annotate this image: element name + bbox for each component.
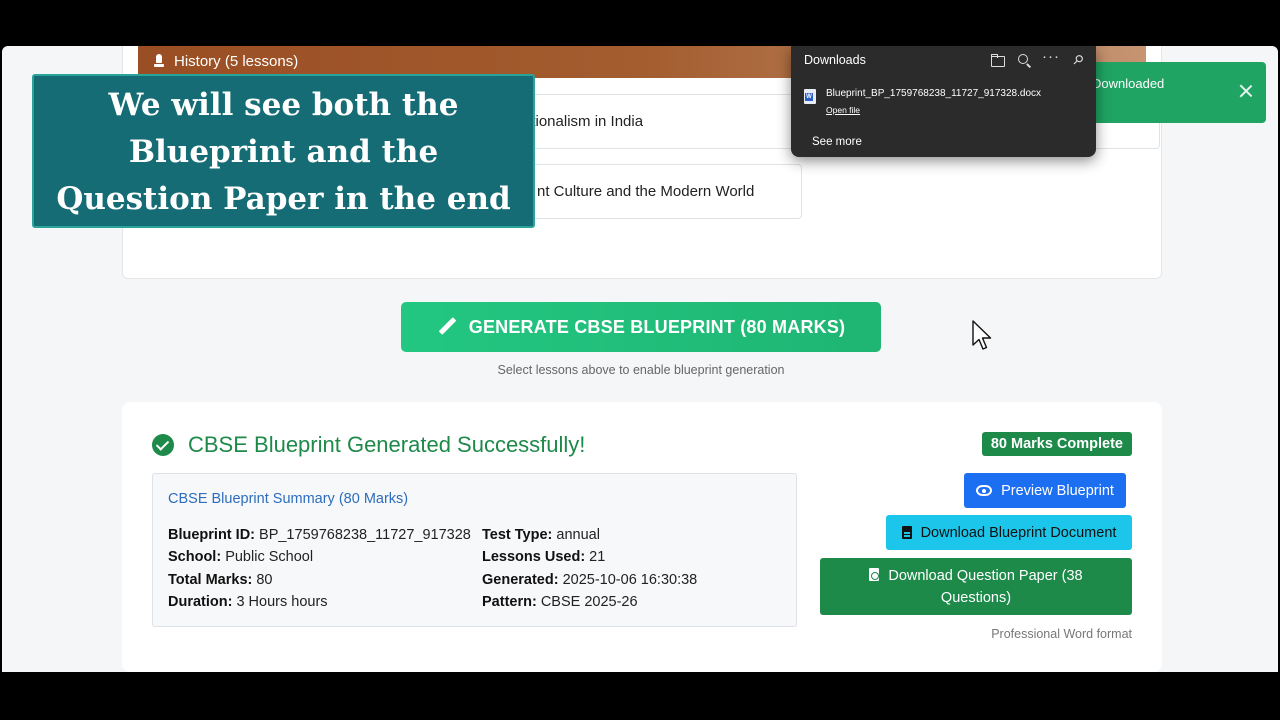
pdf-file-icon [869, 567, 880, 581]
download-blueprint-label: Download Blueprint Document [920, 524, 1117, 541]
summary-row-test-type: Test Type: annual [482, 527, 600, 543]
chess-pawn-icon [154, 54, 164, 68]
generate-hint: Select lessons above to enable blueprint… [497, 363, 785, 377]
summary-row-blueprint-id: Blueprint ID: BP_1759768238_11727_917328 [168, 527, 471, 543]
generate-button-label: GENERATE CBSE BLUEPRINT (80 MARKS) [468, 316, 846, 337]
video-caption-overlay: We will see both the Blueprint and the Q… [32, 74, 535, 228]
download-file-name: Blueprint_BP_1759768238_11727_917328.doc… [826, 88, 1042, 99]
history-category-label: History (5 lessons) [174, 52, 299, 70]
preview-blueprint-button[interactable]: Preview Blueprint [964, 473, 1126, 508]
mouse-cursor-icon [972, 320, 992, 350]
more-icon[interactable]: ··· [1041, 49, 1061, 70]
generate-blueprint-button[interactable]: GENERATE CBSE BLUEPRINT (80 MARKS) [401, 302, 881, 352]
lesson-label: nt Culture and the Modern World [537, 183, 755, 200]
file-icon [901, 526, 912, 539]
blueprint-summary: CBSE Blueprint Summary (80 Marks) Bluepr… [152, 473, 797, 627]
summary-right-column: Test Type: annual Lessons Used: 21 Gener… [482, 524, 697, 613]
downloads-title: Downloads [804, 53, 866, 67]
download-qp-label: Download Question Paper (38 Questions) [869, 565, 1083, 609]
see-more-link[interactable]: See more [812, 136, 862, 148]
blueprint-result-card: CBSE Blueprint Generated Successfully! 8… [122, 402, 1162, 672]
summary-heading: CBSE Blueprint Summary (80 Marks) [168, 491, 409, 507]
summary-left-column: Blueprint ID: BP_1759768238_11727_917328… [168, 524, 471, 613]
pin-icon[interactable]: ⚲ [1064, 46, 1092, 74]
toast-message: Downloaded [1092, 76, 1165, 91]
download-toast: Downloaded [1082, 62, 1266, 123]
folder-icon[interactable] [987, 50, 1007, 70]
summary-row-pattern: Pattern: CBSE 2025-26 [482, 593, 638, 610]
caption-line: Question Paper in the end [56, 181, 511, 217]
lesson-label: ationalism in India [523, 113, 644, 130]
marks-complete-badge: 80 Marks Complete [981, 432, 1132, 456]
check-circle-icon [152, 434, 174, 456]
summary-row-school: School: Public School [168, 549, 314, 566]
open-file-link[interactable]: Open file [826, 105, 860, 115]
format-note: Professional Word format [991, 627, 1132, 641]
download-item[interactable]: Blueprint_BP_1759768238_11727_917328.doc… [804, 88, 1041, 104]
summary-row-total-marks: Total Marks: 80 [168, 571, 273, 588]
summary-row-lessons-used: Lessons Used: 21 [482, 549, 606, 566]
search-icon[interactable] [1014, 50, 1034, 70]
summary-row-generated: Generated: 2025-10-06 16:30:38 [482, 571, 698, 588]
result-title: CBSE Blueprint Generated Successfully! [152, 432, 585, 458]
result-title-text: CBSE Blueprint Generated Successfully! [188, 432, 586, 457]
video-frame: History (5 lessons) ationalism in India … [0, 0, 1280, 720]
eye-icon [976, 485, 993, 496]
download-question-paper-button[interactable]: Download Question Paper (38 Questions) [820, 558, 1132, 615]
caption-line: We will see both the [108, 87, 459, 123]
caption-line: Blueprint and the [128, 134, 439, 170]
word-doc-icon [804, 89, 816, 104]
download-blueprint-button[interactable]: Download Blueprint Document [886, 515, 1132, 550]
preview-button-label: Preview Blueprint [1001, 482, 1114, 499]
close-icon[interactable] [1236, 81, 1256, 101]
downloads-panel: Downloads ··· ⚲ Blueprint_BP_1759768238_… [791, 46, 1096, 157]
downloads-toolbar: ··· ⚲ [987, 49, 1088, 70]
pencil-icon [437, 317, 457, 337]
summary-row-duration: Duration: 3 Hours hours [168, 593, 328, 610]
